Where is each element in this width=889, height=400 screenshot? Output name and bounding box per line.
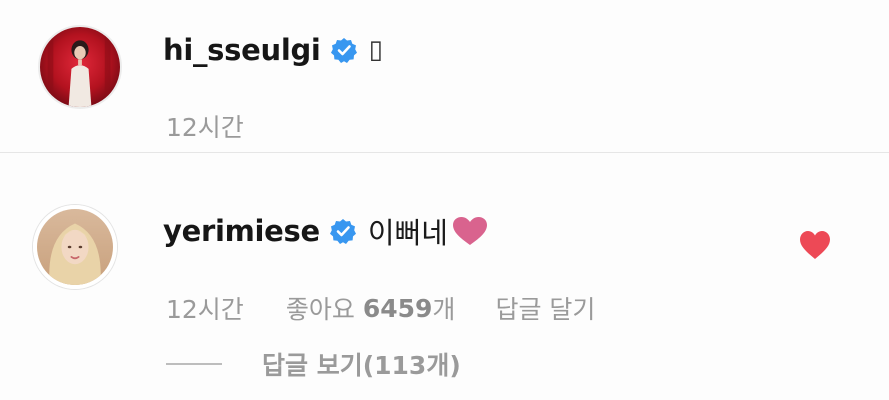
view-replies-button[interactable]: 답글 보기(113개) [166, 346, 461, 382]
likes-unit[interactable]: 개 [432, 290, 455, 326]
comment-yerimiese: yerimiese 이뻐네 12시간 좋아요 6459 개 답글 달기 답글 보… [0, 153, 889, 400]
comments-screen: hi_sseulgi ▯ 12시간 yerimiese 이뻐네 12시간 좋아요… [0, 0, 889, 400]
view-replies-label[interactable]: 답글 보기(113개) [262, 346, 461, 382]
likes-label[interactable]: 좋아요 [286, 290, 355, 326]
avatar-yerimiese[interactable] [33, 205, 117, 289]
verified-badge-icon [329, 218, 356, 244]
username[interactable]: hi_sseulgi [163, 33, 321, 67]
comment-text: 이뻐네 [367, 216, 448, 250]
reply-header: yerimiese 이뻐네 [163, 209, 488, 253]
avatar-hi-sseulgi[interactable] [38, 25, 122, 109]
pink-heart-emoji-icon [452, 216, 488, 246]
reply-button[interactable]: 답글 달기 [495, 290, 595, 326]
like-heart-icon[interactable] [799, 230, 831, 260]
caption-header: hi_sseulgi ▯ [163, 28, 383, 72]
comment-text: ▯ [368, 35, 383, 65]
username[interactable]: yerimiese [163, 214, 320, 248]
caption-comment: hi_sseulgi ▯ 12시간 [0, 0, 889, 152]
caption-meta: 12시간 [166, 108, 244, 144]
timestamp: 12시간 [166, 113, 244, 142]
timestamp: 12시간 [166, 295, 244, 324]
reply-meta: 12시간 좋아요 6459 개 답글 달기 [166, 290, 595, 326]
verified-badge-icon [330, 37, 357, 63]
likes-count[interactable]: 6459 [363, 294, 433, 323]
view-replies-line [166, 363, 222, 365]
